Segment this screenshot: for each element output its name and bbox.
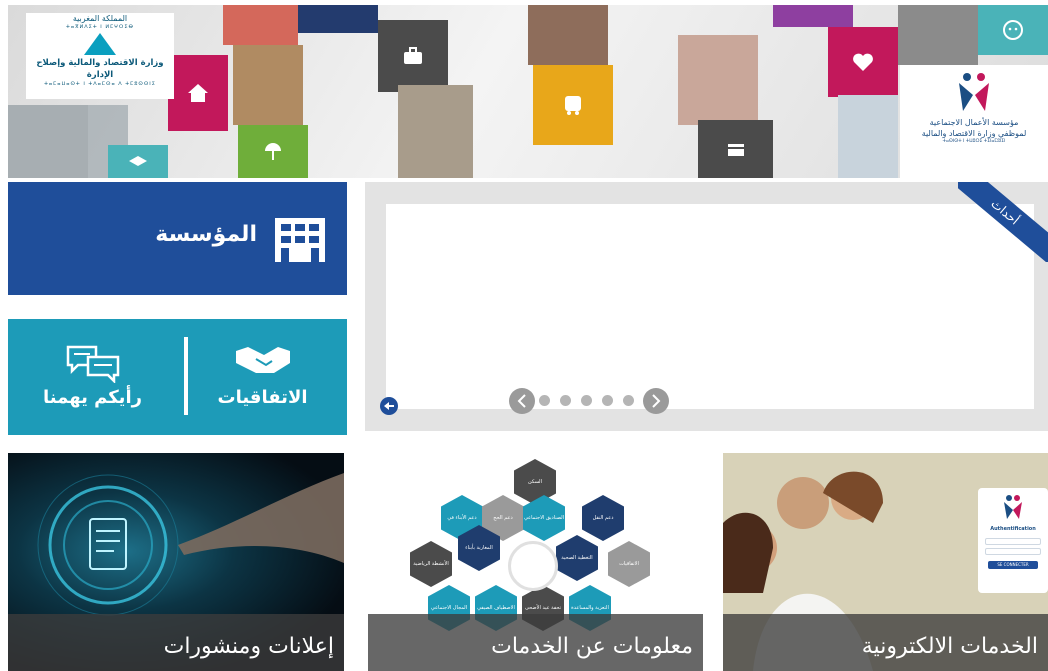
arrow-left-icon <box>384 402 394 410</box>
ministry-emblem-icon <box>84 33 116 55</box>
hex-partnerships: الاتفاقيات والشراكات <box>608 541 650 587</box>
banner-tile-navy <box>298 5 378 33</box>
slider-dot[interactable] <box>539 395 550 406</box>
foundation-tile-label: المؤسسة <box>155 222 257 247</box>
eservices-caption: الخدمات الالكترونية <box>723 614 1048 671</box>
foundation-name-line1: مؤسسة الأعمال الاجتماعية <box>929 118 1019 127</box>
hex-sports: الأنشطة الرياضية والترفيهية <box>410 541 452 587</box>
slider-dot[interactable] <box>560 395 571 406</box>
slider-dot[interactable] <box>623 395 634 406</box>
foundation-logo[interactable]: مؤسسة الأعمال الاجتماعية لموظفي وزارة ال… <box>900 65 1048 178</box>
ministry-name-tifinagh: ⵜⴰⵎⴰⵡⴰⵙⵜ ⵏ ⵜⴷⴰⵎⵙⴰ ⴷ ⵜⵎⵓⵙⵙⵏⵉ <box>44 81 156 87</box>
kingdom-name: المملكة المغربية <box>72 14 128 23</box>
slider-dot[interactable] <box>602 395 613 406</box>
banner-tile-coral <box>223 5 298 45</box>
home-icon <box>188 84 208 102</box>
kingdom-name-tifinagh: ⵜⴰⴳⵍⴷⵉⵜ ⵏ ⵍⵎⵖⵔⵉⴱ <box>66 24 134 30</box>
ministry-logo[interactable]: المملكة المغربية ⵜⴰⴳⵍⴷⵉⵜ ⵏ ⵍⵎⵖⵔⵉⴱ وزارة … <box>26 13 174 99</box>
events-slider: أحداث <box>365 182 1048 431</box>
banner-tile-dark <box>378 20 448 92</box>
banner-tile-purple <box>773 5 853 27</box>
services-info-caption: معلومات عن الخدمات <box>368 614 703 671</box>
handshake-icon <box>235 347 290 373</box>
login-panel: Authentification SE CONNECTER <box>978 488 1048 593</box>
banner-photo-doctor <box>838 95 898 178</box>
banner-tile-green <box>238 125 308 178</box>
slider-next-button[interactable] <box>643 388 669 414</box>
bus-icon <box>565 96 581 115</box>
login-password-field[interactable] <box>985 548 1041 555</box>
slider-play-button[interactable] <box>380 397 398 415</box>
announcements-caption: إعلانات ومنشورات <box>8 614 344 671</box>
eservices-card[interactable]: Authentification SE CONNECTER الخدمات ال… <box>723 453 1048 671</box>
foundation-emblem-icon <box>1004 495 1022 519</box>
graduation-cap-icon <box>129 155 147 166</box>
hex-center-logo-icon <box>508 541 558 591</box>
banner-tile-teal <box>108 145 168 178</box>
login-title: Authentification <box>990 526 1036 532</box>
banner-photo-heart-hands <box>678 35 758 125</box>
announcements-card[interactable]: إعلانات ومنشورات <box>8 453 344 671</box>
login-button[interactable]: SE CONNECTER <box>988 561 1038 569</box>
banner-tile-dark-2 <box>698 120 773 178</box>
chat-bubbles-icon <box>66 345 119 383</box>
banner-photo-tram <box>528 5 608 65</box>
briefcase-icon <box>404 47 422 64</box>
tile-divider <box>184 337 188 415</box>
ministry-name: وزارة الاقتصاد والمالية وإصلاح الإدارة <box>36 58 164 80</box>
feedback-label: رأيكم يهمنا <box>43 387 142 408</box>
foundation-emblem-icon <box>959 73 989 111</box>
hex-housing: السكن <box>514 459 556 505</box>
heart-pulse-icon <box>853 53 873 71</box>
login-username-field[interactable] <box>985 538 1041 545</box>
banner-tile-magenta-2 <box>828 27 898 97</box>
quick-links-tile: الاتفاقيات رأيكم يهمنا <box>8 319 347 435</box>
events-ribbon: أحداث <box>958 182 1048 262</box>
events-ribbon-label: أحداث <box>958 182 1048 262</box>
slider-prev-button[interactable] <box>509 388 535 414</box>
banner-tile-yellow <box>533 65 613 145</box>
kaaba-icon <box>727 144 744 156</box>
events-slide-panel[interactable] <box>386 204 1034 409</box>
slider-dot[interactable] <box>581 395 592 406</box>
banner-photo-child <box>398 85 473 178</box>
foundation-name-line2: لموظفي وزارة الاقتصاد والمالية <box>921 129 1027 138</box>
banner-photo-family <box>233 45 303 125</box>
chevron-left-icon <box>517 394 526 408</box>
beach-umbrella-icon <box>265 142 281 160</box>
baby-icon <box>1003 20 1023 40</box>
feedback-link[interactable]: رأيكم يهمنا <box>8 319 177 435</box>
foundation-name-tifinagh: ⵜⴰⵙⵏⵙⵜ ⵏ ⵜⵡⵓⵔⵉ ⵜⵉⵏⴰⵎⵓⵏⵉⵏ <box>942 139 1006 144</box>
hex-health-coverage: التغطية الصحية <box>556 535 598 581</box>
slider-dots <box>539 395 634 406</box>
chevron-right-icon <box>652 394 661 408</box>
foundation-tile[interactable]: المؤسسة <box>8 182 347 295</box>
hex-transport: دعم النقل <box>582 495 624 541</box>
banner-photo-office <box>898 5 978 65</box>
agreements-label: الاتفاقيات <box>217 387 308 408</box>
services-info-card[interactable]: السكن دعم الأبناء في وضعية إعاقة دعم الح… <box>368 453 703 671</box>
hex-social-fund: الصناديق الاجتماعي <box>523 495 565 541</box>
building-icon <box>275 218 325 262</box>
banner-tile-teal-2 <box>978 5 1048 55</box>
banner-tile-magenta <box>168 55 228 131</box>
header-banner: المملكة المغربية ⵜⴰⴳⵍⴷⵉⵜ ⵏ ⵍⵎⵖⵔⵉⴱ وزارة … <box>8 5 1048 178</box>
agreements-link[interactable]: الاتفاقيات <box>178 319 347 435</box>
